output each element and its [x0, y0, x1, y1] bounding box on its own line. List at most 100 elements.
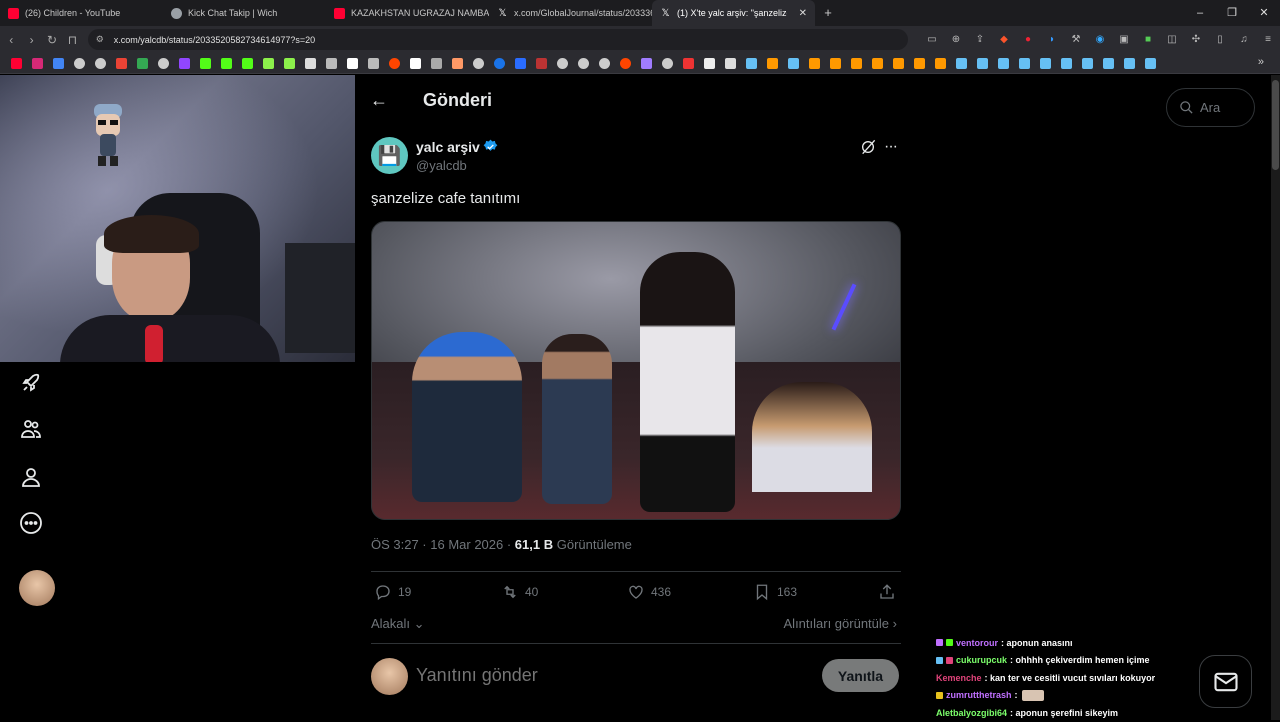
steam-bookmark-icon[interactable] [746, 57, 757, 69]
site-settings-icon[interactable]: ⚙ [96, 34, 104, 45]
globe-bookmark-icon[interactable] [557, 57, 568, 69]
bookmark-icon[interactable] [893, 57, 904, 69]
share-action[interactable] [878, 583, 902, 601]
post-timestamp[interactable]: ÖS 3:27 · 16 Mar 2026 · [371, 537, 515, 552]
extension-icon[interactable]: ◉ [1088, 34, 1112, 45]
bookmark-icon[interactable] [935, 57, 946, 69]
post-video[interactable] [371, 221, 901, 520]
steam-bookmark-icon[interactable] [977, 57, 988, 69]
premium-rocket-icon[interactable] [19, 371, 43, 395]
sidebar-toggle-icon[interactable]: ▯ [1208, 34, 1232, 45]
bookmark-icon[interactable] [809, 57, 820, 69]
media-icon[interactable]: ♫ [1232, 34, 1256, 45]
steam-bookmark-icon[interactable] [1019, 57, 1030, 69]
reply-button[interactable]: Yanıtla [822, 659, 899, 692]
steam-bookmark-icon[interactable] [956, 57, 967, 69]
globe-bookmark-icon[interactable] [578, 57, 589, 69]
address-bar[interactable]: ⚙ x.com/yalcdb/status/203352058273461497… [87, 29, 908, 50]
author-handle[interactable]: @yalcdb [416, 158, 467, 173]
menu-icon[interactable]: ≡ [1256, 34, 1280, 45]
tab-youtube-kazakhstan[interactable]: KAZAKHSTAN UGRAZAJ NAMBAMB [326, 0, 489, 26]
brave-shield-icon[interactable]: ◆ [992, 34, 1016, 45]
youtube-bookmark-icon[interactable] [11, 57, 22, 69]
zoom-icon[interactable]: ⊕ [944, 34, 968, 45]
messages-button[interactable] [1199, 655, 1252, 708]
extension-icon[interactable]: ⚒ [1064, 34, 1088, 45]
more-options-icon[interactable] [19, 511, 43, 535]
bookmarks-overflow-icon[interactable]: » [1258, 56, 1264, 68]
bookmark-icon[interactable] [641, 57, 652, 69]
kick-bookmark-icon[interactable] [242, 57, 253, 69]
gmail-bookmark-icon[interactable] [116, 57, 127, 69]
globe-bookmark-icon[interactable] [95, 57, 106, 69]
scrollbar-thumb[interactable] [1272, 80, 1279, 170]
like-action[interactable]: 436 [627, 583, 671, 601]
bookmark-action[interactable]: 163 [753, 583, 797, 601]
bookmark-icon[interactable] [431, 57, 442, 69]
globe-bookmark-icon[interactable] [74, 57, 85, 69]
extension-bookmark-icon[interactable] [263, 57, 274, 69]
author-avatar[interactable]: 💾 [371, 137, 408, 174]
forward-nav-icon[interactable]: › [22, 33, 40, 47]
post-more-icon[interactable]: ··· [884, 138, 898, 156]
steam-bookmark-icon[interactable] [1103, 57, 1114, 69]
bookmark-icon[interactable] [494, 57, 505, 69]
back-nav-icon[interactable]: ‹ [2, 33, 20, 47]
close-tab-icon[interactable]: ✕ [799, 8, 807, 19]
extension-bookmark-icon[interactable] [284, 57, 295, 69]
steam-bookmark-icon[interactable] [788, 57, 799, 69]
extensions-puzzle-icon[interactable]: ✣ [1184, 34, 1208, 45]
x-bookmark-icon[interactable] [347, 57, 358, 69]
kick-bookmark-icon[interactable] [221, 57, 232, 69]
bookmark-page-icon[interactable]: ⊓ [63, 33, 81, 47]
globe-bookmark-icon[interactable] [158, 57, 169, 69]
view-quotes-link[interactable]: Alıntıları görüntüle › [784, 616, 897, 631]
extension-icon[interactable]: ■ [1136, 34, 1160, 45]
search-box[interactable]: Ara [1166, 88, 1255, 127]
extension-icon[interactable]: ◫ [1160, 34, 1184, 45]
translate-bookmark-icon[interactable] [53, 57, 64, 69]
reply-input[interactable] [416, 665, 796, 686]
steam-bookmark-icon[interactable] [1061, 57, 1072, 69]
bookmark-icon[interactable] [830, 57, 841, 69]
extension-icon[interactable]: ● [1016, 34, 1040, 45]
bookmark-icon[interactable] [872, 57, 883, 69]
extension-icon[interactable]: ◗ [1040, 34, 1064, 45]
bookmark-icon[interactable] [914, 57, 925, 69]
bookmark-icon[interactable] [704, 57, 715, 69]
bookmark-icon[interactable] [452, 57, 463, 69]
tab-x-yalcdb[interactable]: 𝕏 (1) X'te yalc arşiv: "şanzelize c ✕ [652, 0, 815, 26]
close-window-button[interactable]: ✕ [1248, 0, 1280, 26]
bookmark-icon[interactable] [536, 57, 547, 69]
bookmark-icon[interactable] [326, 57, 337, 69]
anchor-bookmark-icon[interactable] [305, 57, 316, 69]
communities-icon[interactable] [19, 417, 43, 441]
profile-icon[interactable] [19, 465, 43, 489]
back-arrow-icon[interactable]: ← [370, 90, 392, 112]
kick-bookmark-icon[interactable] [200, 57, 211, 69]
folder-bookmark-icon[interactable] [725, 57, 736, 69]
reload-icon[interactable]: ↻ [43, 33, 61, 47]
globe-bookmark-icon[interactable] [662, 57, 673, 69]
scrollbar-track[interactable] [1271, 75, 1280, 720]
tab-youtube-children[interactable]: (26) Children - YouTube [0, 0, 163, 26]
globe-bookmark-icon[interactable] [473, 57, 484, 69]
reddit-bookmark-icon[interactable] [620, 57, 631, 69]
bookmark-icon[interactable] [410, 57, 421, 69]
cast-icon[interactable]: ▭ [920, 34, 944, 45]
bookmark-icon[interactable] [515, 57, 526, 69]
extension-icon[interactable]: ▣ [1112, 34, 1136, 45]
share-icon[interactable]: ⇪ [968, 34, 992, 45]
steam-bookmark-icon[interactable] [998, 57, 1009, 69]
steam-bookmark-icon[interactable] [1082, 57, 1093, 69]
bookmark-icon[interactable] [368, 57, 379, 69]
sort-relevant-dropdown[interactable]: Alakalı ⌄ [371, 616, 425, 632]
steam-bookmark-icon[interactable] [1040, 57, 1051, 69]
bookmark-icon[interactable] [851, 57, 862, 69]
author-name[interactable]: yalc arşiv [416, 139, 480, 155]
tab-kick-chat[interactable]: Kick Chat Takip | Wich [163, 0, 326, 26]
minimize-button[interactable]: – [1184, 0, 1216, 26]
instagram-bookmark-icon[interactable] [32, 57, 43, 69]
twitch-bookmark-icon[interactable] [179, 57, 190, 69]
reddit-bookmark-icon[interactable] [389, 57, 400, 69]
